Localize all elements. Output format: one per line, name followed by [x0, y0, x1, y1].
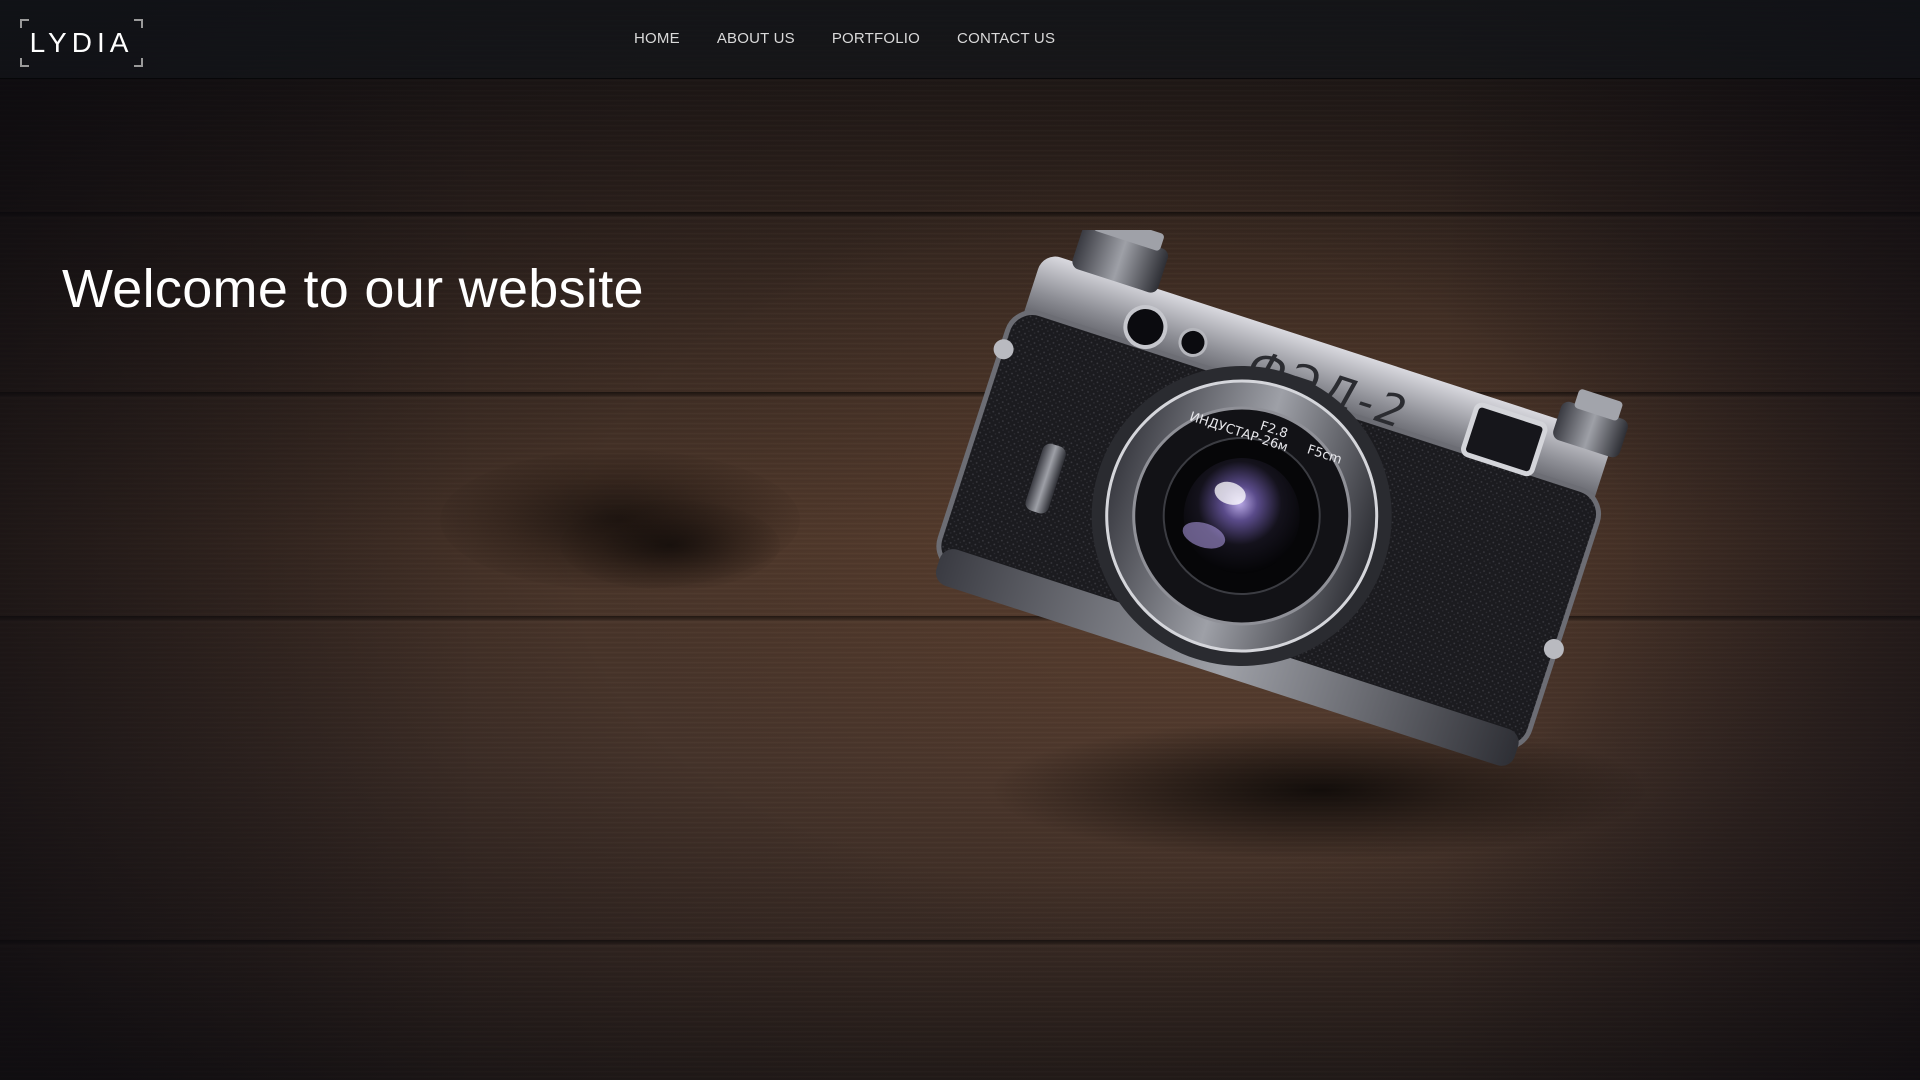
logo-corner [20, 19, 29, 28]
nav-item-portfolio: PORTFOLIO [832, 30, 920, 48]
logo-corner [134, 19, 143, 28]
nav-link-about-us[interactable]: ABOUT US [717, 30, 795, 47]
hero-title: Welcome to our website [62, 259, 644, 319]
nav-item-home: HOME [634, 30, 680, 48]
logo-corner [20, 58, 29, 67]
nav-link-contact-us[interactable]: CONTACT US [957, 30, 1055, 47]
page: LYDIA HOME ABOUT US PORTFOLIO CONTACT US… [0, 0, 1920, 1080]
site-header: LYDIA HOME ABOUT US PORTFOLIO CONTACT US [0, 0, 1920, 79]
logo-corner [134, 58, 143, 67]
logo-text: LYDIA [29, 27, 134, 58]
nav-link-home[interactable]: HOME [634, 30, 680, 47]
logo[interactable]: LYDIA [20, 19, 143, 67]
nav-item-contact-us: CONTACT US [957, 30, 1055, 48]
camera-shadow [990, 720, 1650, 860]
main-nav: HOME ABOUT US PORTFOLIO CONTACT US [634, 0, 1092, 78]
camera-illustration: ФЭД-2 ИНДУСТАР-26м F2.8 F5cm [935, 230, 1650, 860]
nav-link-portfolio[interactable]: PORTFOLIO [832, 30, 920, 47]
nav-item-about-us: ABOUT US [717, 30, 795, 48]
